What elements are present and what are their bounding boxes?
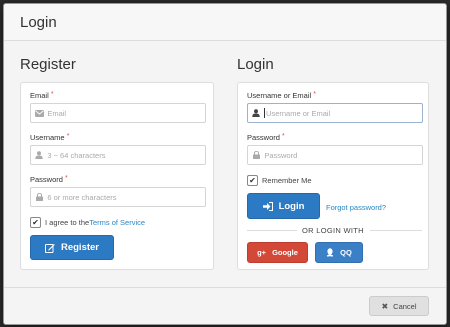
or-login-with-text: OR LOGIN WITH xyxy=(302,226,364,235)
login-heading: Login xyxy=(237,56,274,73)
qq-button-label: QQ xyxy=(340,248,352,257)
password-label: Password * xyxy=(30,175,68,184)
register-username-field[interactable] xyxy=(30,145,206,165)
login-password-field[interactable] xyxy=(247,145,423,165)
terms-of-service-link[interactable]: Terms of Service xyxy=(89,218,145,227)
email-label-text: Email xyxy=(30,91,49,100)
register-email-field[interactable] xyxy=(30,103,206,123)
login-button-label: Login xyxy=(278,200,305,212)
google-login-button[interactable]: g+ Google xyxy=(247,242,308,263)
user-icon xyxy=(248,109,264,117)
text-cursor xyxy=(264,108,266,118)
google-button-label: Google xyxy=(272,248,298,257)
sign-in-icon xyxy=(262,201,273,211)
user-icon xyxy=(31,151,47,159)
terms-text: I agree to the xyxy=(45,218,90,227)
login-username-field[interactable] xyxy=(247,103,423,123)
register-button[interactable]: Register xyxy=(30,235,114,260)
divider-right xyxy=(370,230,422,231)
terms-checkbox[interactable]: ✔ xyxy=(30,217,41,228)
login-username-label-text: Username or Email xyxy=(247,91,312,100)
qq-login-button[interactable]: QQ xyxy=(315,242,363,263)
qq-icon xyxy=(326,248,334,257)
lock-icon xyxy=(248,151,264,159)
lock-icon xyxy=(31,193,47,201)
remember-label: Remember Me xyxy=(262,176,312,185)
modal-title: Login xyxy=(20,13,57,31)
password-label-text: Password xyxy=(30,175,63,184)
forgot-password-link[interactable]: Forgot password? xyxy=(326,203,386,212)
login-username-input[interactable] xyxy=(266,108,422,118)
check-icon: ✔ xyxy=(249,175,256,185)
login-modal: Login Register Email * Username * xyxy=(3,3,447,325)
login-password-label-text: Password xyxy=(247,133,280,142)
login-password-label: Password * xyxy=(247,133,285,142)
login-panel: Username or Email * Password * xyxy=(237,82,429,270)
register-panel: Email * Username * Password xyxy=(20,82,214,270)
register-email-input[interactable] xyxy=(47,108,205,118)
envelope-icon xyxy=(31,109,47,117)
required-marker: * xyxy=(65,175,68,182)
username-label-text: Username xyxy=(30,133,65,142)
modal-header: Login xyxy=(4,4,446,41)
modal-body: Register Email * Username * xyxy=(4,41,446,288)
register-password-field[interactable] xyxy=(30,187,206,207)
check-icon: ✔ xyxy=(32,217,39,227)
cancel-button-label: Cancel xyxy=(393,301,417,311)
modal-footer: ✖ Cancel xyxy=(4,287,446,324)
cancel-button[interactable]: ✖ Cancel xyxy=(369,296,429,316)
remember-checkbox[interactable]: ✔ xyxy=(247,175,258,186)
required-marker: * xyxy=(282,133,285,140)
register-username-input[interactable] xyxy=(47,150,205,160)
username-label: Username * xyxy=(30,133,69,142)
register-button-label: Register xyxy=(60,242,99,253)
login-username-label: Username or Email * xyxy=(247,91,316,100)
login-password-input[interactable] xyxy=(264,150,422,160)
required-marker: * xyxy=(66,133,70,140)
register-heading: Register xyxy=(20,56,76,73)
email-label: Email * xyxy=(30,91,54,100)
close-icon: ✖ xyxy=(381,301,389,311)
login-button[interactable]: Login xyxy=(247,193,320,219)
register-password-input[interactable] xyxy=(47,192,205,202)
required-marker: * xyxy=(313,91,317,98)
edit-icon xyxy=(44,243,55,253)
divider-left xyxy=(247,230,297,231)
terms-row: ✔ I agree to the Terms of Service xyxy=(30,217,145,228)
required-marker: * xyxy=(50,91,54,98)
google-plus-icon: g+ xyxy=(257,248,267,257)
remember-row: ✔ Remember Me xyxy=(247,175,312,186)
